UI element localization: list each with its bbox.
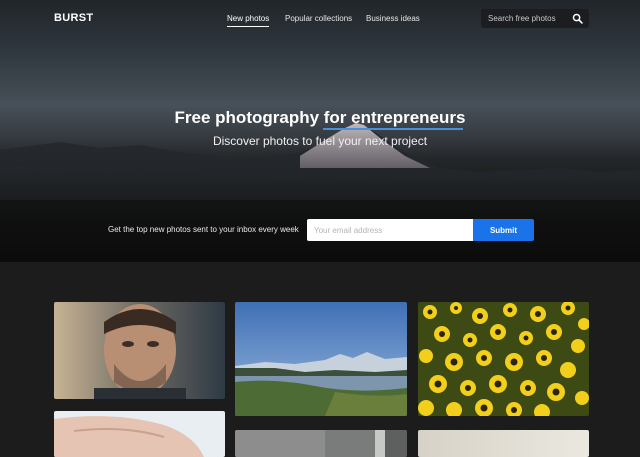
interior-image [235,430,407,457]
flowers-image [418,302,589,416]
portrait-image [54,302,225,399]
nav-new-photos[interactable]: New photos [227,14,270,27]
photo-close-up-skin[interactable] [54,411,225,457]
photo-light-wall[interactable] [418,430,589,457]
photo-mountain-lake-landscape[interactable] [235,302,407,416]
search-box [481,9,589,28]
submit-button[interactable]: Submit [473,219,534,241]
search-icon[interactable] [572,13,583,24]
email-field[interactable] [307,219,473,241]
nav-popular-collections[interactable]: Popular collections [285,14,352,23]
nav-business-ideas[interactable]: Business ideas [366,14,420,23]
search-input[interactable] [488,13,568,24]
photo-grey-interior[interactable] [235,430,407,457]
landscape-image [235,302,407,416]
hero-title: Free photography for entrepreneurs [0,108,640,128]
newsletter-label: Get the top new photos sent to your inbo… [108,225,299,234]
wall-image [418,430,589,457]
photo-yellow-flower-field[interactable] [418,302,589,416]
hero-subtitle: Discover photos to fuel your next projec… [212,134,428,148]
skin-image [54,411,225,457]
hero-title-text: Free photography for entrepreneurs [174,108,466,127]
burst-logo[interactable]: BURST [54,12,93,24]
hero-title-underline [323,128,463,130]
photo-portrait-of-man[interactable] [54,302,225,399]
top-navigation: BURST New photos Popular collections Bus… [0,0,640,40]
